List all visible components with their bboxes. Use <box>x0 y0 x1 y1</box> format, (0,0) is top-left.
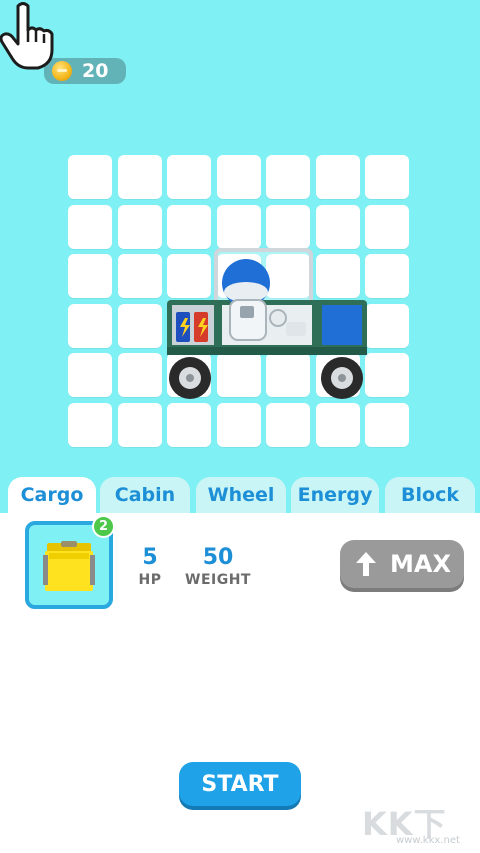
grid-cell[interactable] <box>216 254 261 298</box>
grid-cell[interactable] <box>68 254 112 298</box>
grid-cell[interactable] <box>117 155 162 199</box>
upgrade-max-button[interactable]: MAX <box>340 540 464 588</box>
watermark-url: www.kkx.net <box>396 835 460 846</box>
watermark-logo: KK下载 www.kkx.net <box>362 799 478 853</box>
tab-label: Cabin <box>114 484 176 506</box>
grid-cell[interactable] <box>117 402 162 447</box>
category-tabs: Cargo Cabin Wheel Energy Block <box>0 477 480 513</box>
grid-cell[interactable] <box>315 353 360 397</box>
build-grid <box>68 155 409 447</box>
grid-cell[interactable] <box>68 402 112 447</box>
tab-label: Energy <box>297 484 373 506</box>
upgrade-max-label: MAX <box>390 550 451 578</box>
tab-cargo[interactable]: Cargo <box>8 477 96 513</box>
hp-stat: 5 HP <box>136 545 164 588</box>
grid-cell[interactable] <box>216 402 261 447</box>
tab-label: Wheel <box>207 484 275 506</box>
weight-stat: 50 WEIGHT <box>183 545 253 588</box>
grid-cell[interactable] <box>167 353 211 397</box>
grid-cell[interactable] <box>365 155 409 199</box>
weight-value: 50 <box>202 545 234 570</box>
grid-cell[interactable] <box>315 254 360 298</box>
grid-cell[interactable] <box>167 204 211 249</box>
grid-cell[interactable] <box>266 155 310 199</box>
grid-cell[interactable] <box>216 353 261 397</box>
parts-panel: 2 5 HP 50 WEIGHT MAX START KK下载 www.kkx.… <box>0 513 480 853</box>
coin-count: 20 <box>82 60 109 82</box>
tab-label: Cargo <box>20 484 84 506</box>
tab-block[interactable]: Block <box>385 477 475 513</box>
part-count-badge: 2 <box>92 515 115 538</box>
grid-cell[interactable] <box>315 204 360 249</box>
grid-cell[interactable] <box>365 402 409 447</box>
tab-cabin[interactable]: Cabin <box>100 477 190 513</box>
grid-cell[interactable] <box>117 254 162 298</box>
start-button[interactable]: START <box>179 762 301 806</box>
grid-cell[interactable] <box>365 254 409 298</box>
grid-cell[interactable] <box>167 303 211 348</box>
tab-energy[interactable]: Energy <box>291 477 379 513</box>
tab-wheel[interactable]: Wheel <box>196 477 286 513</box>
grid-cell[interactable] <box>68 353 112 397</box>
grid-cell[interactable] <box>315 402 360 447</box>
grid-cell[interactable] <box>167 402 211 447</box>
grid-cell[interactable] <box>167 254 211 298</box>
grid-cell[interactable] <box>117 303 162 348</box>
grid-cell[interactable] <box>266 303 310 348</box>
coin-icon <box>52 61 72 81</box>
grid-cell[interactable] <box>365 353 409 397</box>
yellow-crate-icon <box>43 541 95 591</box>
grid-cell[interactable] <box>68 204 112 249</box>
build-area: 20 <box>0 0 480 480</box>
grid-cell[interactable] <box>216 303 261 348</box>
grid-cell[interactable] <box>68 155 112 199</box>
grid-cell[interactable] <box>365 204 409 249</box>
grid-cell[interactable] <box>117 353 162 397</box>
grid-cell[interactable] <box>167 155 211 199</box>
grid-cell[interactable] <box>266 204 310 249</box>
weight-label: WEIGHT <box>185 572 251 588</box>
grid-cell[interactable] <box>68 303 112 348</box>
grid-cell[interactable] <box>216 155 261 199</box>
grid-cell[interactable] <box>117 204 162 249</box>
grid-cell[interactable] <box>266 254 310 298</box>
grid-cell[interactable] <box>216 204 261 249</box>
grid-cell[interactable] <box>315 155 360 199</box>
coin-counter: 20 <box>44 58 126 84</box>
grid-cell[interactable] <box>315 303 360 348</box>
hp-label: HP <box>138 572 162 588</box>
grid-cell[interactable] <box>365 303 409 348</box>
tab-label: Block <box>401 484 459 506</box>
grid-cell[interactable] <box>266 353 310 397</box>
grid-cell[interactable] <box>266 402 310 447</box>
up-arrow-icon <box>356 552 376 576</box>
hp-value: 5 <box>142 545 158 570</box>
